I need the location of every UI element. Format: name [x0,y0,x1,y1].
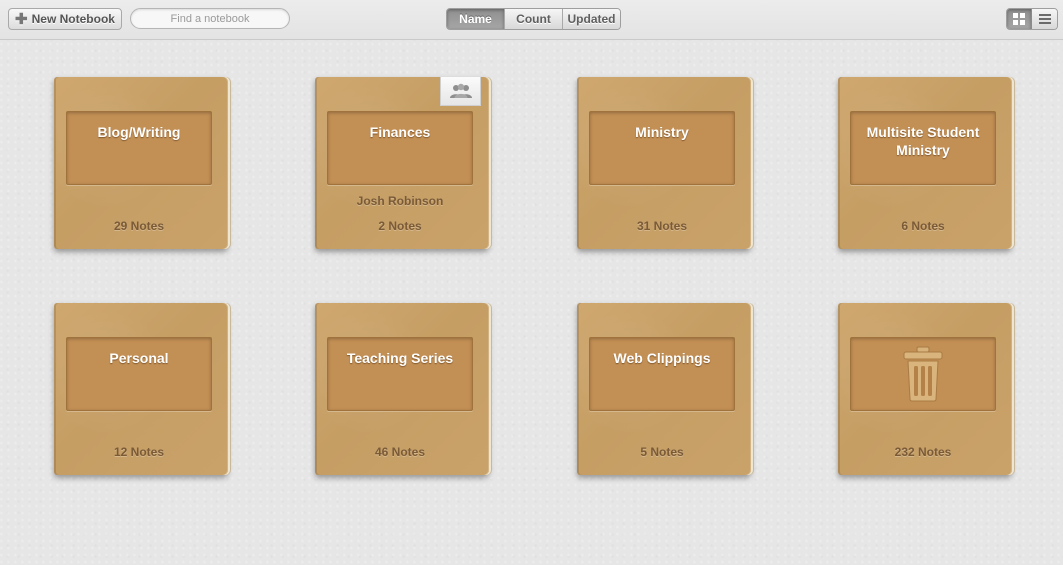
notebook-note-count: 6 Notes [901,219,945,233]
notebook-note-count: 46 Notes [374,445,426,459]
notebook-personal[interactable]: Personal 12 Notes [54,303,228,475]
notebook-note-count: 29 Notes [113,219,165,233]
find-notebook-input[interactable] [130,8,290,29]
sort-by-updated-button[interactable]: Updated [563,9,620,29]
shared-notebook-badge [440,77,481,106]
notebook-title: Teaching Series [346,350,454,366]
notebook-ministry[interactable]: Ministry 31 Notes [577,77,751,249]
notebook-note-count: 31 Notes [636,219,688,233]
notebook-trash[interactable]: 232 Notes [838,303,1012,475]
notebook-title: Multisite Student Ministry [866,124,980,158]
notebook-note-count: 12 Notes [113,445,165,459]
notebook-owner: Josh Robinson [356,194,444,208]
view-mode-control [1006,8,1058,30]
grid-view-icon [1013,13,1025,25]
sort-by-name-button[interactable]: Name [447,9,505,29]
new-notebook-label: New Notebook [31,12,115,26]
notebook-finances[interactable]: Finances Josh Robinson 2 Notes [315,77,489,249]
people-icon [449,83,472,98]
notebook-title: Blog/Writing [97,124,181,140]
list-view-button[interactable] [1032,9,1057,29]
notebook-teaching-series[interactable]: Teaching Series 46 Notes [315,303,489,475]
notebook-multisite-student-ministry[interactable]: Multisite Student Ministry 6 Notes [838,77,1012,249]
notebook-title: Ministry [635,124,689,140]
notebook-web-clippings[interactable]: Web Clippings 5 Notes [577,303,751,475]
notebook-note-count: 2 Notes [378,219,422,233]
notebook-blog-writing[interactable]: Blog/Writing 29 Notes [54,77,228,249]
notebook-title: Finances [369,124,431,140]
grid-view-button[interactable] [1007,9,1032,29]
sort-segmented-control: Name Count Updated [446,8,621,30]
trash-icon [903,346,943,402]
sort-by-count-button[interactable]: Count [505,9,563,29]
notebook-note-count: 5 Notes [640,445,684,459]
plus-icon: ✚ [15,10,28,28]
notebook-title: Personal [109,350,169,366]
list-view-icon [1038,14,1051,24]
new-notebook-button[interactable]: ✚ New Notebook [8,8,122,30]
notebook-note-count: 232 Notes [894,445,952,459]
toolbar: ✚ New Notebook Name Count Updated [0,0,1063,40]
notebook-title: Web Clippings [613,350,711,366]
